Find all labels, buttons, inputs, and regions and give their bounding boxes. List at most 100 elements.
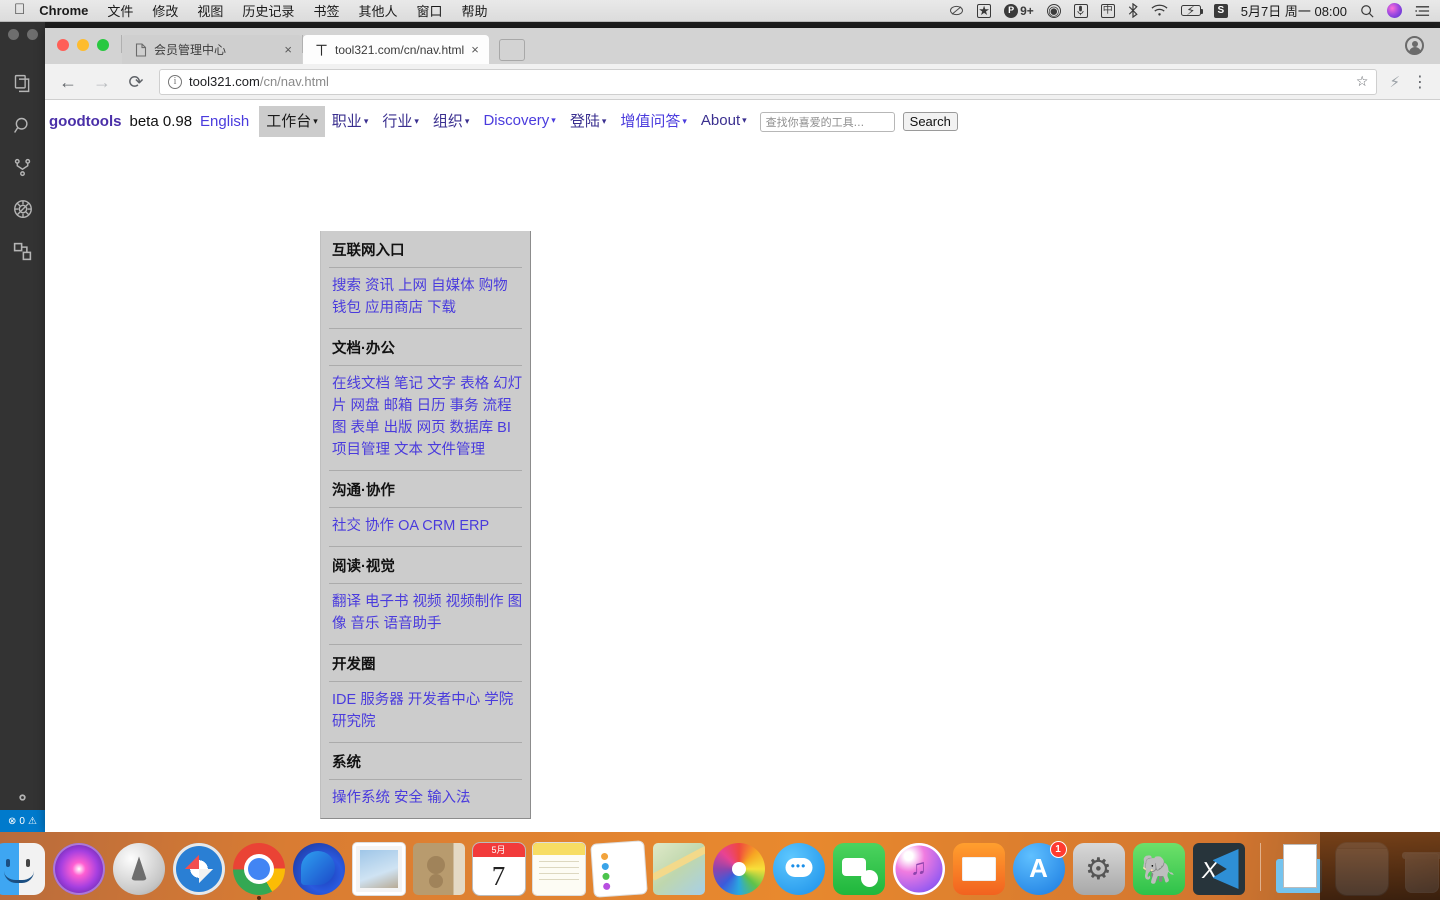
search-input[interactable]: 查找你喜爱的工具...	[760, 112, 895, 132]
screen-record-icon[interactable]: ◉	[1047, 4, 1061, 18]
dropdown-link[interactable]: BI	[497, 420, 511, 436]
close-icon[interactable]: ×	[284, 43, 292, 56]
dropdown-link[interactable]: 输入法	[427, 790, 471, 806]
dropdown-link[interactable]: 电子书	[365, 594, 409, 610]
dock-icon-launchpad[interactable]	[113, 843, 165, 895]
microphone-icon[interactable]	[1074, 4, 1088, 18]
dock-icon-system-preferences[interactable]: ⚙	[1073, 843, 1125, 895]
dropdown-link[interactable]: 出版	[384, 420, 413, 436]
menu-bar-item-4[interactable]: 历史记录	[242, 1, 294, 20]
nav-item-5[interactable]: 登陆▾	[563, 106, 614, 137]
menu-bar-item-3[interactable]: 视图	[197, 1, 223, 20]
dropdown-link[interactable]: ERP	[459, 518, 489, 534]
debug-icon[interactable]	[0, 188, 45, 230]
menu-bar-clock[interactable]: 5月7日 周一 08:00	[1241, 1, 1347, 20]
search-icon[interactable]	[0, 104, 45, 146]
dropdown-link[interactable]: 视频	[413, 594, 442, 610]
close-icon[interactable]: ×	[471, 43, 479, 56]
address-bar[interactable]: i tool321.com/cn/nav.html ☆	[159, 69, 1377, 95]
extension-icon[interactable]: ⚡	[1389, 73, 1400, 91]
menu-bar-item-0[interactable]: Chrome	[39, 3, 88, 18]
dropdown-link[interactable]: 安全	[394, 790, 423, 806]
dropdown-link[interactable]: 在线文档	[332, 376, 390, 392]
dropdown-link[interactable]: 数据库	[450, 420, 494, 436]
vscode-traffic-lights[interactable]	[8, 29, 38, 40]
dropdown-link[interactable]: 自媒体	[431, 278, 475, 294]
dropdown-link[interactable]: 表单	[351, 420, 380, 436]
forward-button[interactable]: →	[91, 73, 113, 91]
menu-bar-item-2[interactable]: 修改	[152, 1, 178, 20]
creative-cloud-icon[interactable]	[949, 4, 964, 17]
dock-icon-maps[interactable]	[653, 843, 705, 895]
chrome-menu-icon[interactable]: ⋮	[1412, 72, 1428, 92]
nav-item-2[interactable]: 行业▾	[375, 106, 426, 137]
nav-item-1[interactable]: 职业▾	[325, 106, 376, 137]
dock-icon-siri[interactable]	[53, 843, 105, 895]
nav-item-3[interactable]: 组织▾	[426, 106, 477, 137]
dropdown-link[interactable]: 翻译	[332, 594, 361, 610]
dock-icon-app-store[interactable]: 1	[1013, 843, 1065, 895]
dropdown-link[interactable]: IDE	[332, 692, 356, 708]
dock-icon-messages[interactable]	[773, 843, 825, 895]
dock-icon-calendar[interactable]: 5月7	[473, 843, 525, 895]
dock-icon-photos[interactable]	[713, 843, 765, 895]
dropdown-link[interactable]: 资讯	[365, 278, 394, 294]
dropdown-link[interactable]: 文本	[394, 442, 423, 458]
dropdown-link[interactable]: 购物	[479, 278, 508, 294]
explorer-icon[interactable]	[0, 62, 45, 104]
profile-avatar-icon[interactable]	[1405, 36, 1424, 55]
battery-icon[interactable]: ⚡	[1181, 5, 1201, 16]
new-tab-button[interactable]	[499, 39, 525, 61]
dock-icon-mail[interactable]	[353, 843, 405, 895]
minimize-window-button[interactable]	[77, 39, 89, 51]
dropdown-link[interactable]: 协作	[365, 518, 394, 534]
dropdown-link[interactable]: 服务器	[360, 692, 404, 708]
dock-icon-ibooks[interactable]	[953, 843, 1005, 895]
site-info-icon[interactable]: i	[168, 75, 182, 89]
snipaste-icon[interactable]: S	[1214, 4, 1228, 18]
back-button[interactable]: ←	[57, 73, 79, 91]
dropdown-link[interactable]: 日历	[417, 398, 446, 414]
dock-icon-evernote[interactable]: 🐘	[1133, 843, 1185, 895]
dropdown-link[interactable]: 语音助手	[384, 616, 442, 632]
dropdown-link[interactable]: 项目管理	[332, 442, 390, 458]
dropdown-link[interactable]: 文件管理	[427, 442, 485, 458]
dropdown-link[interactable]: 邮箱	[384, 398, 413, 414]
search-button[interactable]: Search	[903, 112, 958, 131]
nav-item-4[interactable]: Discovery▾	[476, 108, 562, 135]
dropdown-link[interactable]: 下载	[427, 300, 456, 316]
dropdown-link[interactable]: 研究院	[332, 714, 376, 730]
pocket-status[interactable]: P 9+	[1004, 4, 1034, 18]
language-link[interactable]: English	[200, 113, 249, 130]
input-method-icon[interactable]: 中	[1101, 4, 1115, 18]
dropdown-link[interactable]: 笔记	[394, 376, 423, 392]
spotlight-search-icon[interactable]	[1360, 4, 1374, 18]
source-control-icon[interactable]	[0, 146, 45, 188]
bookmark-star-icon[interactable]: ☆	[1356, 73, 1369, 90]
dock-icon-firefox[interactable]	[293, 843, 345, 895]
bluetooth-icon[interactable]	[1128, 3, 1138, 18]
notification-center-icon[interactable]	[1415, 5, 1430, 17]
apple-icon[interactable]: 	[14, 2, 25, 17]
dropdown-link[interactable]: 网页	[417, 420, 446, 436]
menu-bar-item-5[interactable]: 书签	[313, 1, 339, 20]
dropdown-link[interactable]: 社交	[332, 518, 361, 534]
dropdown-link[interactable]: 网盘	[351, 398, 380, 414]
vscode-status-bar[interactable]: ⊗ 0 ⚠	[0, 810, 45, 832]
dropdown-link[interactable]: 开发者中心	[408, 692, 481, 708]
dock-icon-safari[interactable]	[173, 843, 225, 895]
dock-icon-notes[interactable]	[533, 843, 585, 895]
dropdown-link[interactable]: 视频制作	[446, 594, 504, 610]
dropdown-link[interactable]: 音乐	[351, 616, 380, 632]
dropdown-link[interactable]: 事务	[450, 398, 479, 414]
dropdown-link[interactable]: 操作系统	[332, 790, 390, 806]
menu-bar-item-6[interactable]: 其他人	[358, 1, 397, 20]
extensions-icon[interactable]	[0, 230, 45, 272]
reload-button[interactable]: ⟳	[125, 73, 147, 91]
browser-tab-1[interactable]: 会员管理中心 ×	[122, 35, 302, 64]
dropdown-link[interactable]: 钱包	[332, 300, 361, 316]
chrome-traffic-lights[interactable]	[57, 39, 109, 51]
wifi-icon[interactable]	[1151, 4, 1168, 17]
dock-icon-google-chrome[interactable]	[233, 843, 285, 895]
dropdown-link[interactable]: 搜索	[332, 278, 361, 294]
